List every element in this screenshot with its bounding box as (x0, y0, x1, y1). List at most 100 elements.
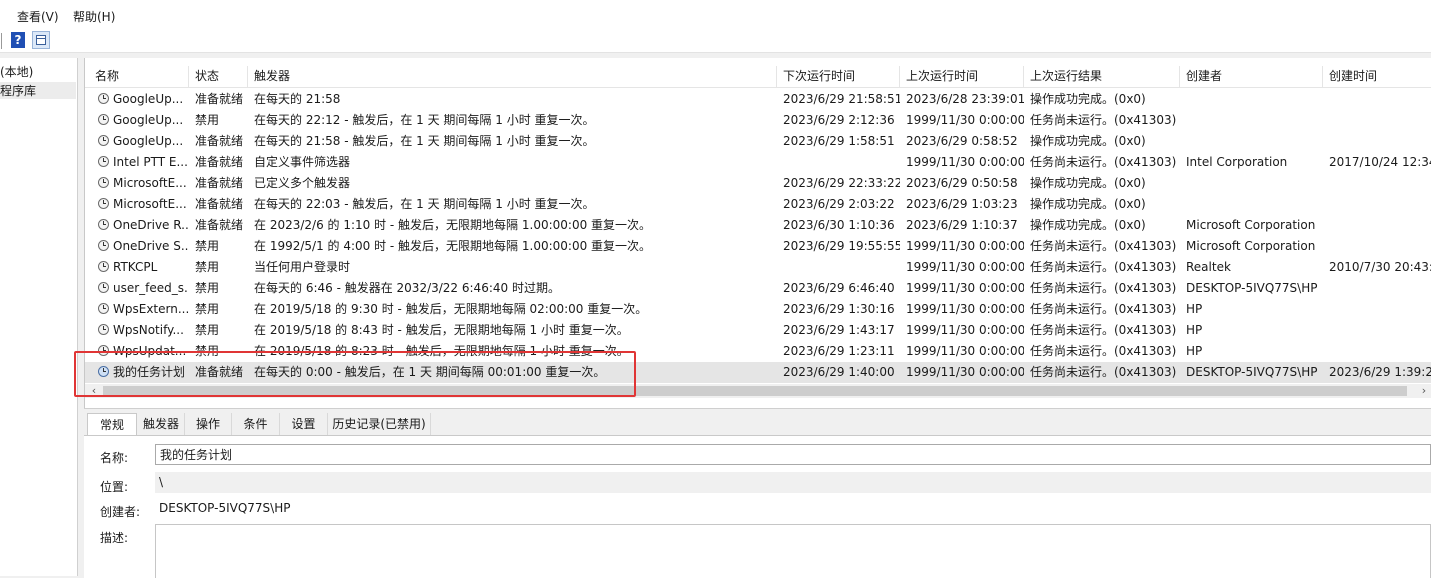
cell-name: GoogleUp... (89, 110, 189, 131)
task-name: MicrosoftE... (113, 176, 187, 190)
header-col-author[interactable]: 创建者 (1180, 66, 1323, 87)
cell-last-result: 操作成功完成。(0x0) (1030, 134, 1146, 148)
cell-last-run: 2023/6/29 1:10:37 (906, 218, 1018, 232)
cell-last-run: 1999/11/30 0:00:00 (906, 323, 1024, 337)
cell-last-result: 操作成功完成。(0x0) (1030, 92, 1146, 106)
table-row[interactable]: OneDrive R... 准备就绪在 2023/2/6 的 1:10 时 - 触… (85, 215, 1431, 236)
tab-conditions[interactable]: 条件 (232, 413, 280, 435)
table-row[interactable]: WpsExtern... 禁用 在 2019/5/18 的 9:30 时 - 触发后… (85, 299, 1431, 320)
cell-next-run: 2023/6/29 2:03:22 (783, 197, 895, 211)
cell-next-run (777, 152, 900, 173)
description-field[interactable] (155, 524, 1431, 578)
cell-name: MicrosoftE... (89, 194, 189, 215)
task-name: Intel PTT E... (113, 155, 188, 169)
table-row[interactable]: RTKCPL 禁用 当任何用户登录时 1999/11/30 0:00:00 任务尚未运行… (85, 257, 1431, 278)
navigation-tree: (本地) 程序库 (0, 58, 78, 576)
header-col-status[interactable]: 状态 (189, 66, 248, 87)
task-name: OneDrive S... (113, 239, 189, 253)
cell-last-run: 2023/6/29 0:50:58 (906, 176, 1018, 190)
cell-last-run: 1999/11/30 0:00:00 (906, 302, 1024, 316)
tree-item-local[interactable]: (本地) (0, 63, 33, 80)
header-col-created[interactable]: 创建时间 (1323, 66, 1431, 87)
cell-last-run: 2023/6/28 23:39:01 (906, 92, 1024, 106)
scroll-right-icon[interactable]: › (1417, 384, 1431, 398)
task-clock-icon (98, 114, 109, 125)
cell-author (1180, 194, 1323, 215)
header-col-last-run[interactable]: 上次运行时间 (900, 66, 1024, 87)
tree-item-library[interactable]: 程序库 (0, 82, 76, 99)
task-clock-icon (98, 135, 109, 146)
cell-created: 2010/7/30 20:43:1 (1329, 260, 1431, 274)
cell-next-run: 2023/6/29 19:55:55 (783, 239, 900, 253)
task-name: GoogleUp... (113, 134, 184, 148)
cell-created (1323, 236, 1431, 257)
menu-view[interactable]: 查看(V) (17, 8, 59, 25)
cell-next-run: 2023/6/30 1:10:36 (783, 218, 895, 232)
header-col-last-result[interactable]: 上次运行结果 (1024, 66, 1180, 87)
cell-last-result: 任务尚未运行。(0x41303) (1030, 260, 1177, 274)
location-label: 位置: (100, 480, 129, 494)
cell-last-result: 操作成功完成。(0x0) (1030, 197, 1146, 211)
tab-actions[interactable]: 操作 (185, 413, 232, 435)
header-col-name[interactable]: 名称 (89, 66, 189, 87)
cell-last-run: 1999/11/30 0:00:00 (906, 344, 1024, 358)
table-row[interactable]: user_feed_s... 禁用 在每天的 6:46 - 触发器在 2032/3/… (85, 278, 1431, 299)
help-icon[interactable]: ? (11, 32, 25, 48)
cell-last-result: 任务尚未运行。(0x41303) (1030, 113, 1177, 127)
tab-history[interactable]: 历史记录(已禁用) (328, 413, 431, 435)
header-col-next-run[interactable]: 下次运行时间 (777, 66, 900, 87)
author-value: DESKTOP-5IVQ77S\HP (159, 501, 291, 515)
task-name: GoogleUp... (113, 92, 184, 106)
name-label: 名称: (100, 451, 129, 465)
table-row[interactable]: MicrosoftE... 准备就绪 在每天的 22:03 - 触发后，在 1 天 … (85, 194, 1431, 215)
cell-trigger: 在每天的 21:58 (254, 92, 341, 106)
cell-trigger: 在每天的 21:58 - 触发后，在 1 天 期间每隔 1 小时 重复一次。 (254, 134, 595, 148)
name-field[interactable]: 我的任务计划 (155, 444, 1431, 465)
cell-name: OneDrive R... (89, 215, 189, 236)
cell-next-run: 2023/6/29 1:43:17 (783, 323, 895, 337)
menu-bar: 查看(V) 帮助(H) (0, 0, 1431, 30)
cell-trigger: 在 2019/5/18 的 8:43 时 - 触发后，无限期地每隔 1 小时 重… (254, 323, 629, 337)
cell-last-result: 操作成功完成。(0x0) (1030, 176, 1146, 190)
table-row[interactable]: Intel PTT E... 准备就绪 自定义事件筛选器 1999/11/30 0:0… (85, 152, 1431, 173)
task-name: WpsExtern... (113, 302, 189, 316)
table-row[interactable]: MicrosoftE... 准备就绪 已定义多个触发器 2023/6/29 22:33… (85, 173, 1431, 194)
cell-name: OneDrive S... (89, 236, 189, 257)
header-col-trigger[interactable]: 触发器 (248, 66, 777, 87)
cell-created: 2023/6/29 1:39:23 (1329, 365, 1431, 379)
cell-trigger: 在每天的 22:03 - 触发后，在 1 天 期间每隔 1 小时 重复一次。 (254, 197, 595, 211)
cell-author: Intel Corporation (1186, 155, 1288, 169)
cell-last-run: 1999/11/30 0:00:00 (906, 365, 1024, 379)
cell-name: WpsNotify... (89, 320, 189, 341)
cell-last-run: 1999/11/30 0:00:00 (906, 113, 1024, 127)
cell-next-run: 2023/6/29 2:12:36 (783, 113, 895, 127)
cell-next-run: 2023/6/29 22:33:22 (783, 176, 900, 190)
cell-name: MicrosoftE... (89, 173, 189, 194)
cell-name: WpsExtern... (89, 299, 189, 320)
cell-next-run: 2023/6/29 1:30:16 (783, 302, 895, 316)
table-row[interactable]: GoogleUp... 准备就绪 在每天的 21:58 - 触发后，在 1 天 期间… (85, 131, 1431, 152)
menu-help[interactable]: 帮助(H) (73, 8, 115, 25)
cell-next-run: 2023/6/29 6:46:40 (783, 281, 895, 295)
cell-author: HP (1186, 344, 1203, 358)
cell-author: Realtek (1186, 260, 1231, 274)
tab-settings[interactable]: 设置 (280, 413, 328, 435)
cell-last-run: 1999/11/30 0:00:00 (906, 260, 1024, 274)
cell-last-run: 2023/6/29 0:58:52 (906, 134, 1018, 148)
cell-name: GoogleUp... (89, 131, 189, 152)
toolbar: ? (0, 30, 1431, 53)
table-row[interactable]: OneDrive S... 禁用 在 1992/5/1 的 4:00 时 - 触发后… (85, 236, 1431, 257)
table-row[interactable]: WpsNotify... 禁用 在 2019/5/18 的 8:43 时 - 触发后… (85, 320, 1431, 341)
table-row[interactable]: GoogleUp... 禁用 在每天的 22:12 - 触发后，在 1 天 期间每隔… (85, 110, 1431, 131)
tab-triggers[interactable]: 触发器 (138, 413, 185, 435)
cell-name: Intel PTT E... (89, 152, 189, 173)
task-name: MicrosoftE... (113, 197, 187, 211)
table-row[interactable]: GoogleUp... 准备就绪 在每天的 21:58 2023/6/29 21:58… (85, 89, 1431, 110)
cell-last-result: 任务尚未运行。(0x41303) (1030, 365, 1177, 379)
task-clock-icon (98, 240, 109, 251)
show-hide-pane-icon[interactable] (32, 31, 50, 49)
cell-author (1180, 173, 1323, 194)
cell-author: DESKTOP-5IVQ77S\HP (1186, 281, 1318, 295)
cell-last-result: 操作成功完成。(0x0) (1030, 218, 1146, 232)
tab-general[interactable]: 常规 (87, 413, 137, 436)
